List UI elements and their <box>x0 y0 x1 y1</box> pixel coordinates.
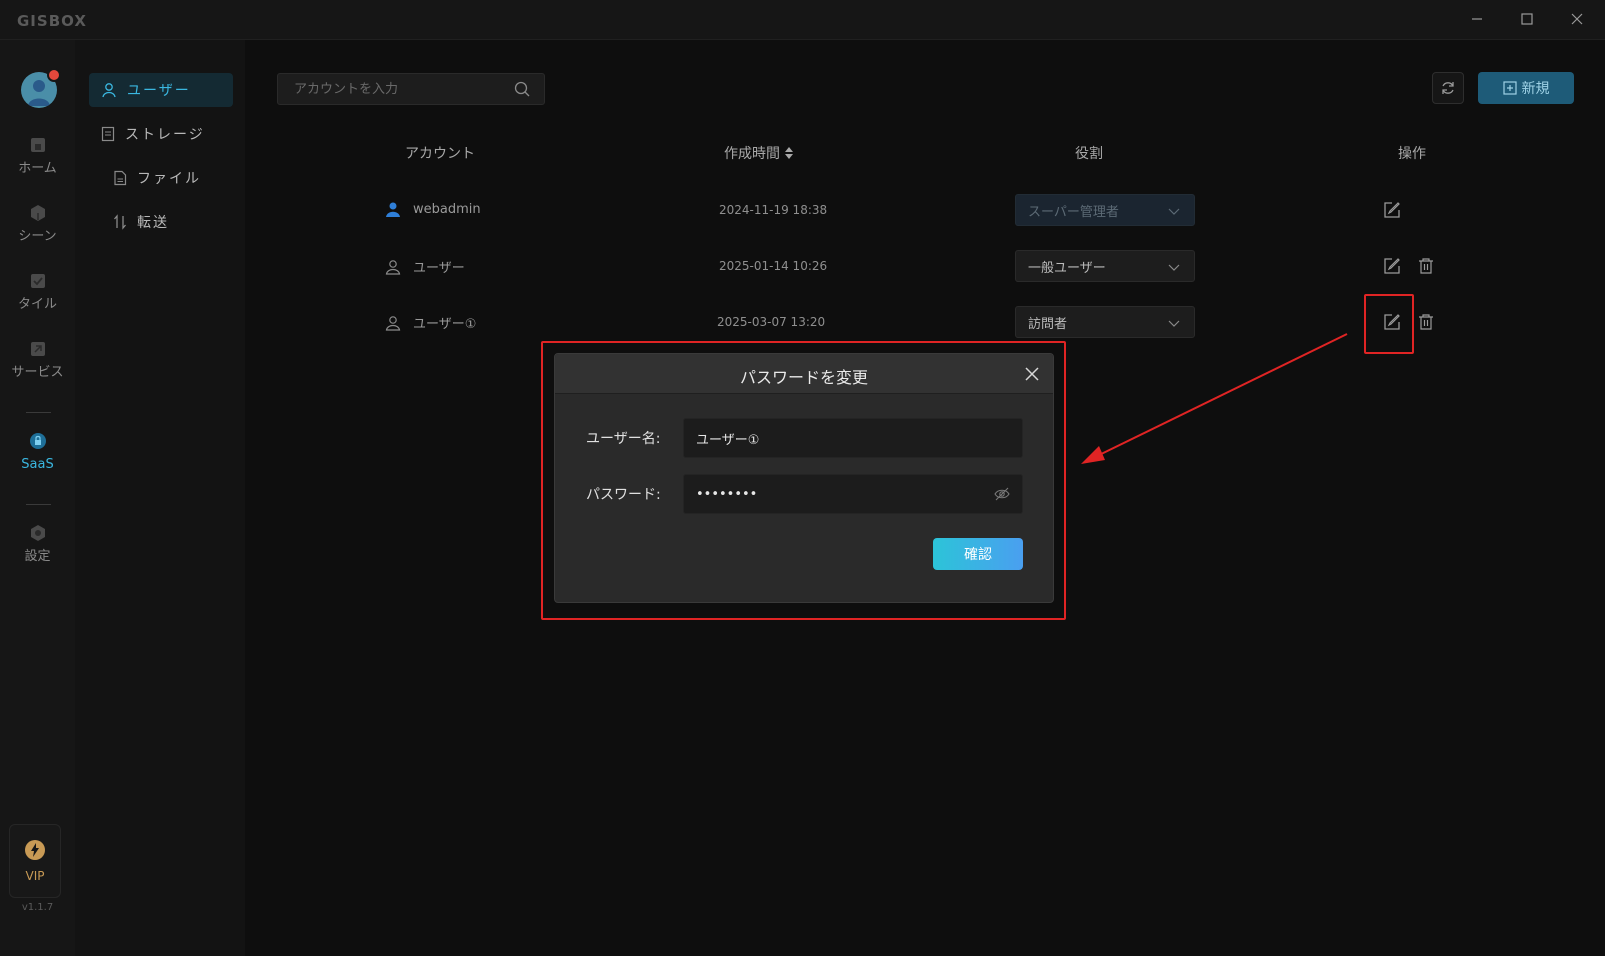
version-label: v1.1.7 <box>21 902 54 913</box>
annotation-arrow-icon <box>1081 333 1348 464</box>
subnav-item-storage[interactable]: ストレージ <box>101 117 233 151</box>
vip-button[interactable]: VIP <box>9 824 61 898</box>
table-row: webadmin <box>385 201 481 217</box>
created-time: 2025-03-07 13:20 <box>717 315 826 329</box>
dialog-title: パスワードを変更 <box>739 368 868 387</box>
rail-item-settings[interactable]: 設定 <box>0 524 75 582</box>
rail-label: ホーム <box>18 161 57 176</box>
rail-label: SaaS <box>21 457 54 472</box>
col-header-role: 役割 <box>1075 146 1103 162</box>
new-user-button[interactable]: 新規 <box>1478 72 1574 104</box>
password-label: パスワード: <box>586 487 661 503</box>
username-field[interactable] <box>684 419 984 457</box>
col-header-account: アカウント <box>405 146 475 162</box>
search-input[interactable] <box>278 74 508 104</box>
delete-icon[interactable] <box>1417 313 1435 331</box>
account-name: ユーザー <box>413 261 465 276</box>
delete-icon[interactable] <box>1417 257 1435 275</box>
confirm-button[interactable]: 確認 <box>933 538 1023 570</box>
new-button-label: 新規 <box>1521 81 1550 97</box>
subnav-label: ユーザー <box>127 83 191 99</box>
admin-user-icon <box>386 202 400 217</box>
created-time: 2024-11-19 18:38 <box>719 203 828 217</box>
lightning-icon <box>25 840 45 860</box>
username-field-box <box>683 418 1023 458</box>
chevron-down-icon <box>1168 208 1180 215</box>
minimize-button[interactable] <box>1464 8 1490 32</box>
edit-highlight-box <box>1364 294 1414 354</box>
rail-divider <box>26 412 51 413</box>
rail-item-tile[interactable]: タイル <box>0 272 75 330</box>
subnav-label: ファイル <box>137 171 201 187</box>
transfer-icon <box>114 214 126 230</box>
maximize-icon <box>1521 13 1533 25</box>
gear-icon <box>30 525 45 541</box>
sort-icon <box>785 147 793 159</box>
title-bar: GISBOX <box>0 0 1605 40</box>
cube-icon <box>30 205 45 221</box>
role-select: スーパー管理者 <box>1015 194 1195 226</box>
file-icon <box>114 170 127 186</box>
dialog-header: パスワードを変更 <box>555 354 1053 394</box>
col-header-created[interactable]: 作成時間 <box>724 143 794 163</box>
rail-item-saas[interactable]: SaaS <box>0 432 75 490</box>
created-time: 2025-01-14 10:26 <box>719 259 828 273</box>
tile-icon <box>30 274 45 288</box>
username-label: ユーザー名: <box>586 431 661 447</box>
rail-label: シーン <box>18 229 57 244</box>
password-field[interactable] <box>684 475 984 513</box>
close-icon <box>1571 13 1583 25</box>
eye-off-icon[interactable] <box>994 487 1010 501</box>
service-icon <box>30 342 45 356</box>
maximize-button[interactable] <box>1514 8 1540 32</box>
storage-icon <box>101 126 115 142</box>
role-value: スーパー管理者 <box>1028 204 1119 220</box>
change-password-dialog: パスワードを変更 ユーザー名: パスワード: 確認 <box>554 353 1054 603</box>
col-header-ops: 操作 <box>1398 146 1426 162</box>
sub-sidebar: ユーザー ストレージ ファイル 転送 <box>75 40 245 956</box>
home-icon <box>30 138 45 152</box>
refresh-icon <box>1442 82 1454 94</box>
rail-item-home[interactable]: ホーム <box>0 136 75 194</box>
subnav-item-file[interactable]: ファイル <box>113 161 233 195</box>
role-value: 一般ユーザー <box>1028 260 1106 276</box>
password-field-box <box>683 474 1023 514</box>
lock-icon <box>29 433 46 449</box>
role-select[interactable]: 一般ユーザー <box>1015 250 1195 282</box>
user-icon <box>385 315 401 331</box>
rail-label: サービス <box>11 365 64 380</box>
table-row: ユーザー <box>385 257 465 276</box>
refresh-button[interactable] <box>1432 72 1464 104</box>
rail-item-scene[interactable]: シーン <box>0 204 75 262</box>
role-value: 訪問者 <box>1028 316 1068 332</box>
subnav-item-transfer[interactable]: 転送 <box>113 205 233 239</box>
table-row: ユーザー① <box>385 313 476 332</box>
user-icon <box>385 259 401 275</box>
subnav-item-user[interactable]: ユーザー <box>89 73 233 107</box>
close-window-button[interactable] <box>1564 8 1590 32</box>
account-search <box>277 73 545 105</box>
plus-square-icon <box>1502 81 1517 95</box>
rail-label: 設定 <box>24 549 51 564</box>
chevron-down-icon <box>1168 264 1180 271</box>
icon-rail: ホーム シーン タイル サービス SaaS 設定 VIP v1.1.7 <box>0 40 75 956</box>
vip-label: VIP <box>25 869 45 883</box>
minimize-icon <box>1472 18 1482 20</box>
user-icon <box>102 83 116 98</box>
chevron-down-icon <box>1168 320 1180 327</box>
account-name: ユーザー① <box>413 317 477 332</box>
subnav-label: ストレージ <box>125 127 205 143</box>
subnav-label: 転送 <box>137 215 169 231</box>
rail-item-service[interactable]: サービス <box>0 340 75 398</box>
rail-divider <box>26 504 51 505</box>
col-header-created-label: 作成時間 <box>724 146 780 162</box>
account-name: webadmin <box>413 201 481 217</box>
notification-badge <box>47 68 61 82</box>
edit-icon[interactable] <box>1383 257 1401 275</box>
app-logo: GISBOX <box>17 12 87 30</box>
edit-icon[interactable] <box>1383 201 1401 219</box>
search-icon[interactable] <box>514 81 530 97</box>
close-icon[interactable] <box>1023 365 1041 383</box>
rail-label: タイル <box>17 297 57 312</box>
